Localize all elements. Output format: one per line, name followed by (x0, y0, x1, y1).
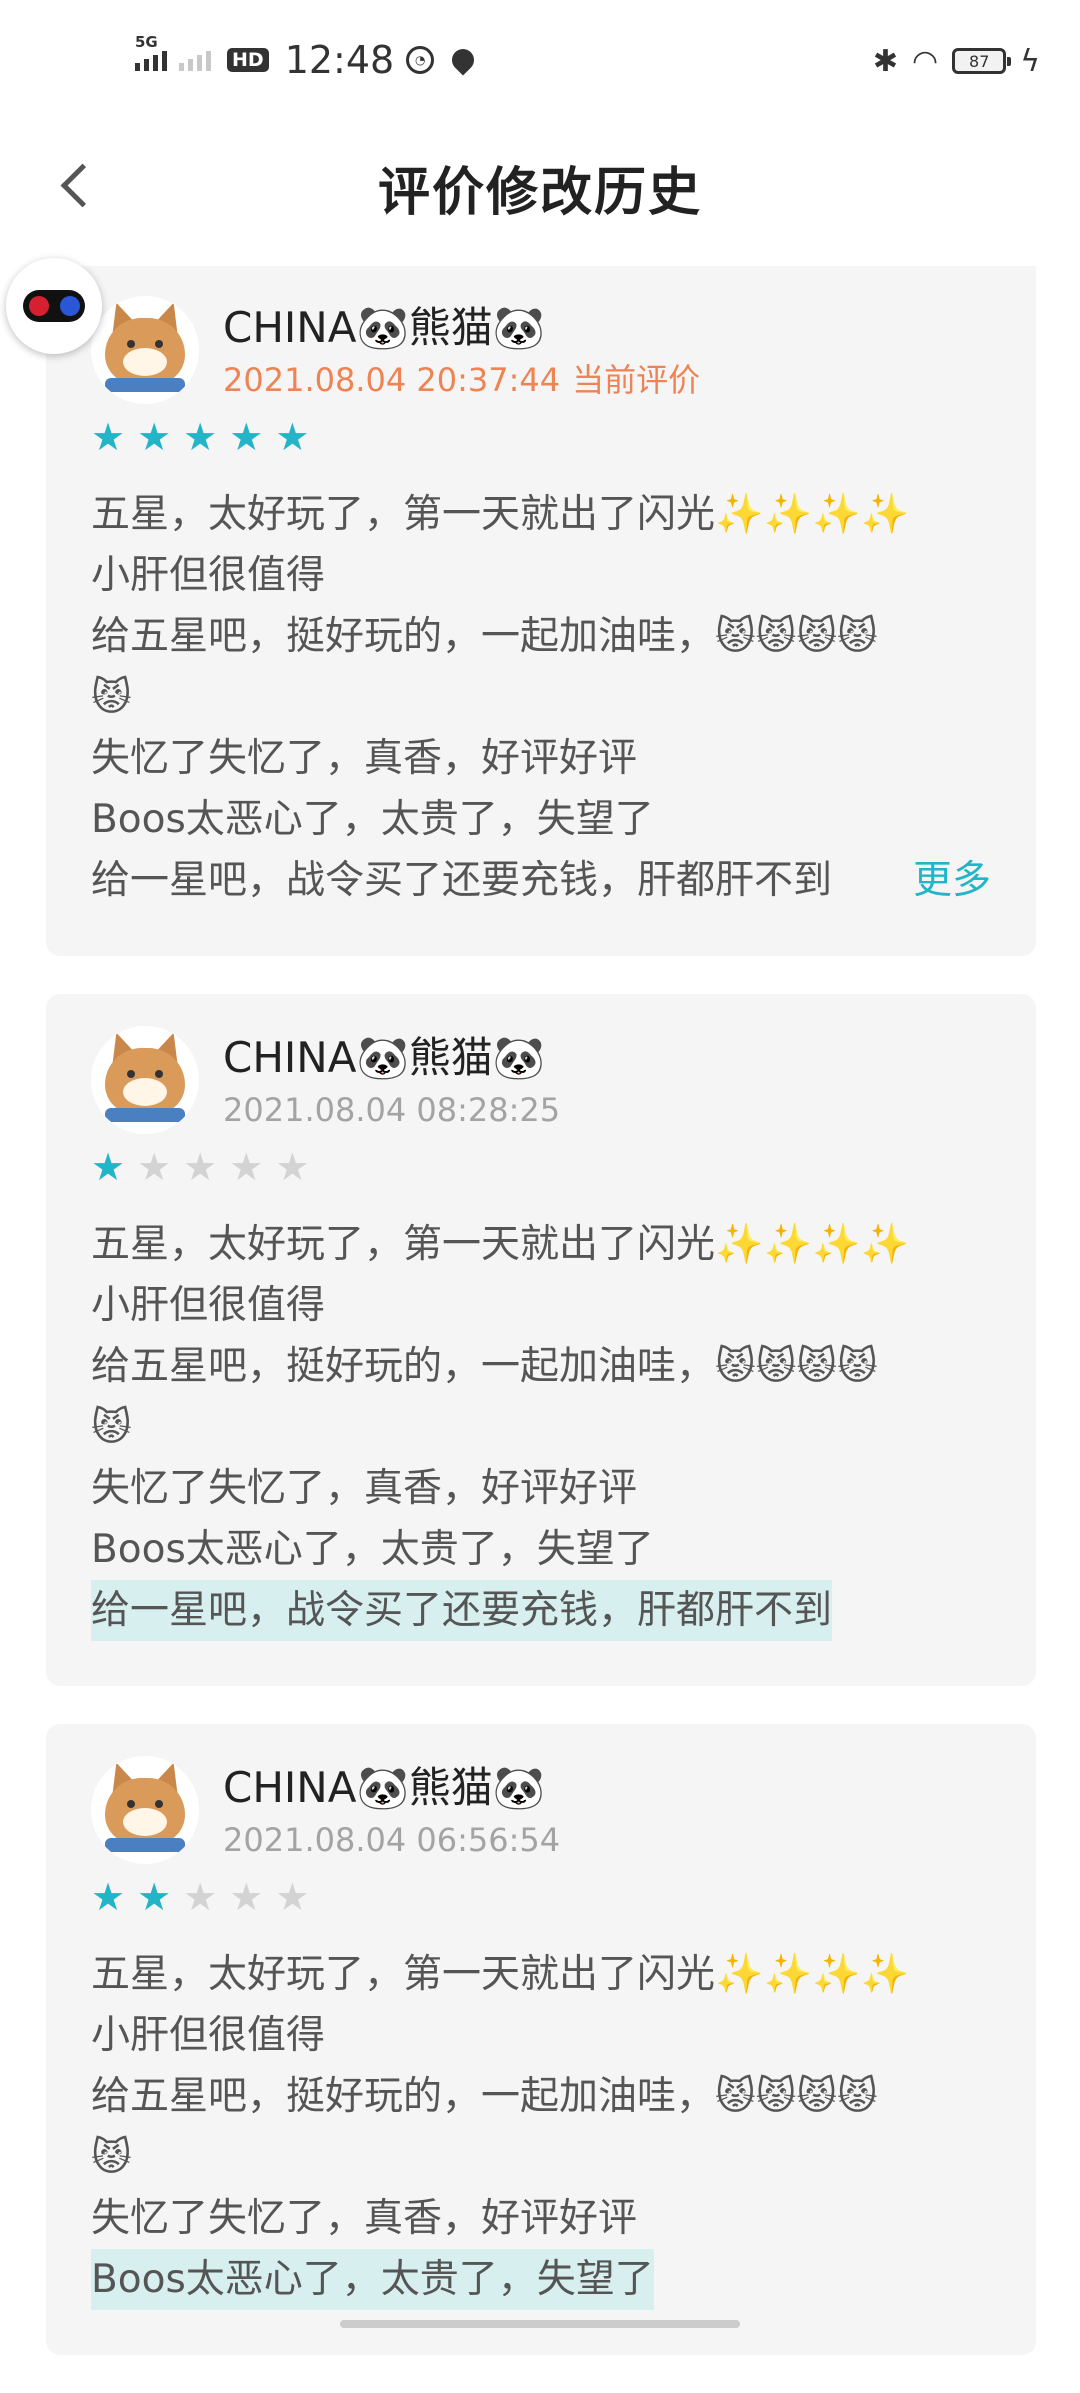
star-filled-icon: ★ (229, 415, 264, 459)
star-filled-icon: ★ (183, 415, 218, 459)
bluetooth-icon: ✱ (872, 43, 899, 79)
avatar[interactable] (91, 1026, 199, 1134)
review-line: Boos太恶心了，太贵了，失望了 (91, 1527, 654, 1572)
data-saver-icon: ◔ (406, 46, 435, 74)
battery-level: 87 (969, 51, 990, 71)
home-indicator (340, 2320, 740, 2328)
current-review-label: 当前评价 (572, 361, 701, 399)
status-time: 12:48 (284, 38, 395, 82)
nav-header: 评价修改历史 (0, 120, 1080, 246)
review-line: Boos太恶心了，太贵了，失望了 (91, 797, 654, 842)
network-type-label: 5G (135, 33, 158, 51)
review-card: CHINA🐼熊猫🐼 2021.08.04 06:56:54 ★ ★ ★ ★ ★ 五星，太… (46, 1724, 1036, 2355)
username: CHINA🐼熊猫🐼 (223, 1763, 546, 1812)
location-icon (447, 44, 479, 76)
review-text: 五星，太好玩了，第一天就出了闪光✨✨✨✨ 小肝但很值得 给五星吧，挺好玩的，一起… (91, 1944, 991, 2310)
avatar[interactable] (91, 296, 199, 404)
review-line: 给五星吧，挺好玩的，一起加油哇，😾😾😾😾 (91, 614, 878, 659)
review-line: 😾 (91, 1405, 132, 1450)
review-line: 给五星吧，挺好玩的，一起加油哇，😾😾😾😾 (91, 1344, 878, 1389)
star-empty-icon: ★ (137, 1145, 172, 1189)
star-filled-icon: ★ (137, 1875, 172, 1919)
review-history-list: CHINA🐼熊猫🐼 2021.08.04 20:37:44 当前评价 ★ ★ ★ ★ ★ … (46, 266, 1036, 2393)
review-line: 失忆了失忆了，真香，好评好评 (91, 2196, 638, 2241)
star-rating: ★ ★ ★ ★ ★ (91, 1146, 991, 1188)
review-line: 小肝但很值得 (91, 1283, 326, 1328)
status-bar-left: 5G HD 12:48 ◔ (135, 32, 479, 88)
review-line: 五星，太好玩了，第一天就出了闪光✨✨✨✨ (91, 1222, 910, 1267)
star-filled-icon: ★ (91, 415, 126, 459)
review-user-row: CHINA🐼熊猫🐼 2021.08.04 06:56:54 (91, 1756, 991, 1864)
avatar[interactable] (91, 1756, 199, 1864)
user-meta: CHINA🐼熊猫🐼 2021.08.04 08:28:25 (223, 1026, 560, 1132)
status-bar: 5G HD 12:48 ◔ ✱ ◠ 87 ϟ (0, 0, 1080, 120)
star-empty-icon: ★ (229, 1875, 264, 1919)
review-user-row: CHINA🐼熊猫🐼 2021.08.04 20:37:44 当前评价 (91, 296, 991, 404)
star-rating: ★ ★ ★ ★ ★ (91, 1876, 991, 1918)
review-line: 五星，太好玩了，第一天就出了闪光✨✨✨✨ (91, 492, 910, 537)
secondary-signal-icon (179, 49, 211, 71)
timestamp-value: 2021.08.04 20:37:44 (223, 361, 561, 399)
username: CHINA🐼熊猫🐼 (223, 1033, 546, 1082)
review-timestamp: 2021.08.04 08:28:25 (223, 1091, 561, 1129)
hd-voice-badge: HD (227, 48, 269, 72)
star-filled-icon: ★ (91, 1145, 126, 1189)
username: CHINA🐼熊猫🐼 (223, 303, 546, 352)
star-empty-icon: ★ (183, 1145, 218, 1189)
review-line: 😾 (91, 675, 132, 720)
review-timestamp: 2021.08.04 06:56:54 (223, 1821, 561, 1859)
review-line: 给五星吧，挺好玩的，一起加油哇，😾😾😾😾 (91, 2074, 878, 2119)
battery-icon: 87 (952, 48, 1012, 74)
cellular-signal-icon: 5G (135, 33, 167, 71)
status-bar-right: ✱ ◠ 87 ϟ (873, 38, 1040, 84)
review-line: 给一星吧，战令买了还要充钱，肝都肝不到 (91, 858, 833, 903)
review-timestamp: 2021.08.04 20:37:44 当前评价 (223, 358, 700, 402)
review-line-truncated: 给一星吧，战令买了还要充钱，肝都肝不到 更多 (91, 850, 991, 911)
star-empty-icon: ★ (183, 1875, 218, 1919)
review-line: 小肝但很值得 (91, 2013, 326, 2058)
star-empty-icon: ★ (229, 1145, 264, 1189)
more-link[interactable]: 更多 (894, 850, 991, 911)
star-rating: ★ ★ ★ ★ ★ (91, 416, 991, 458)
star-empty-icon: ★ (275, 1145, 310, 1189)
review-user-row: CHINA🐼熊猫🐼 2021.08.04 08:28:25 (91, 1026, 991, 1134)
star-filled-icon: ★ (137, 415, 172, 459)
user-meta: CHINA🐼熊猫🐼 2021.08.04 20:37:44 当前评价 (223, 296, 700, 402)
review-text: 五星，太好玩了，第一天就出了闪光✨✨✨✨ 小肝但很值得 给五星吧，挺好玩的，一起… (91, 484, 991, 911)
star-empty-icon: ★ (275, 1875, 310, 1919)
review-line: 五星，太好玩了，第一天就出了闪光✨✨✨✨ (91, 1952, 910, 1997)
review-line: 😾 (91, 2135, 132, 2180)
review-text: 五星，太好玩了，第一天就出了闪光✨✨✨✨ 小肝但很值得 给五星吧，挺好玩的，一起… (91, 1214, 991, 1641)
floating-assistant-button[interactable] (6, 258, 102, 354)
review-card-current: CHINA🐼熊猫🐼 2021.08.04 20:37:44 当前评价 ★ ★ ★ ★ ★ … (46, 266, 1036, 956)
charging-icon: ϟ (1020, 43, 1040, 79)
review-line-changed: Boos太恶心了，太贵了，失望了 (91, 2249, 654, 2310)
page-title: 评价修改历史 (377, 163, 702, 223)
review-line: 小肝但很值得 (91, 553, 326, 598)
star-filled-icon: ★ (91, 1875, 126, 1919)
review-line: 失忆了失忆了，真香，好评好评 (91, 1466, 638, 1511)
wifi-icon: ◠ (912, 43, 939, 79)
review-line-changed: 给一星吧，战令买了还要充钱，肝都肝不到 (91, 1580, 833, 1641)
review-card: CHINA🐼熊猫🐼 2021.08.04 08:28:25 ★ ★ ★ ★ ★ 五星，太… (46, 994, 1036, 1686)
floating-assistant-icon (23, 290, 85, 322)
review-line: 失忆了失忆了，真香，好评好评 (91, 736, 638, 781)
star-filled-icon: ★ (275, 415, 310, 459)
user-meta: CHINA🐼熊猫🐼 2021.08.04 06:56:54 (223, 1756, 560, 1862)
